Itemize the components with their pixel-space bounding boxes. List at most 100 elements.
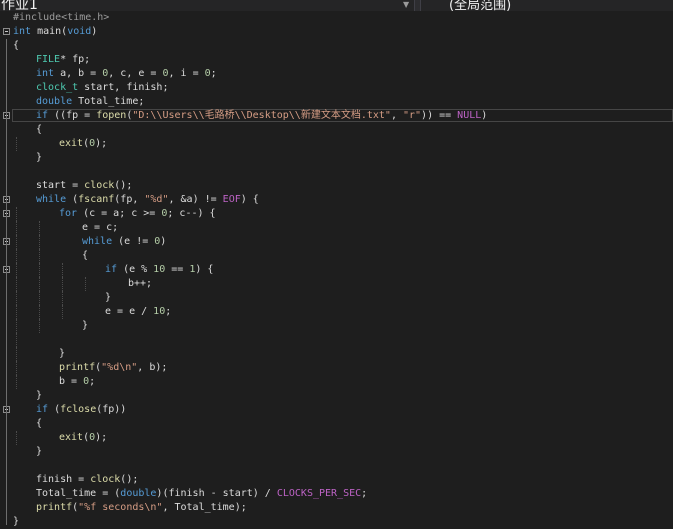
code-token: #include<time.h> <box>13 12 110 23</box>
code-token: "%d" <box>144 194 169 205</box>
code-text[interactable]: e = c; <box>82 221 118 235</box>
code-token: void <box>67 26 92 37</box>
code-line[interactable]: printf("%f seconds\n", Total_time); <box>0 501 673 515</box>
code-text[interactable]: { <box>36 123 42 137</box>
code-line[interactable]: e = c; <box>0 221 673 235</box>
code-text[interactable]: double Total_time; <box>36 95 144 109</box>
code-text[interactable]: b++; <box>128 277 152 291</box>
code-text[interactable]: } <box>36 445 42 459</box>
code-text[interactable]: { <box>36 417 42 431</box>
code-token: EOF <box>222 194 241 205</box>
code-line[interactable]: int main(void) <box>0 25 673 39</box>
code-token: (c = a; c >= <box>77 208 162 219</box>
code-text[interactable]: { <box>13 39 19 53</box>
code-line[interactable]: int a, b = 0, c, e = 0, i = 0; <box>0 67 673 81</box>
code-line[interactable]: while (e != 0) <box>0 235 673 249</box>
code-text[interactable]: FILE* fp; <box>36 53 90 67</box>
indent-guide <box>16 249 17 263</box>
code-text[interactable]: } <box>82 319 88 333</box>
indent-guide <box>62 291 63 305</box>
code-text[interactable]: if ((fp = fopen("D:\\Users\\毛路桥\\Desktop… <box>36 109 487 123</box>
code-token: e = e / <box>105 306 154 317</box>
code-line[interactable]: e = e / 10; <box>0 305 673 319</box>
indent-guide <box>16 137 17 151</box>
code-text[interactable]: { <box>82 249 88 263</box>
code-text[interactable]: } <box>59 347 65 361</box>
code-line[interactable]: exit(0); <box>0 431 673 445</box>
code-line[interactable]: b++; <box>0 277 673 291</box>
code-token: "r" <box>402 110 422 121</box>
code-token: { <box>82 250 89 261</box>
code-line[interactable]: } <box>0 347 673 361</box>
code-token: finish = <box>36 474 91 485</box>
code-text[interactable]: } <box>36 151 42 165</box>
code-token: ) <box>160 236 167 247</box>
code-token: clock_t <box>36 82 79 93</box>
code-token: (fp, <box>114 194 145 205</box>
code-text[interactable]: b = 0; <box>59 375 95 389</box>
code-text[interactable]: clock_t start, finish; <box>36 81 168 95</box>
code-line[interactable]: if ((fp = fopen("D:\\Users\\毛路桥\\Desktop… <box>0 109 673 123</box>
code-text[interactable]: #include<time.h> <box>13 11 109 25</box>
code-line[interactable]: { <box>0 417 673 431</box>
code-text[interactable]: for (c = a; c >= 0; c--) { <box>59 207 216 221</box>
code-line[interactable]: Total_time = (double)(finish - start) / … <box>0 487 673 501</box>
code-text[interactable]: while (fscanf(fp, "%d", &a) != EOF) { <box>36 193 259 207</box>
code-line[interactable]: clock_t start, finish; <box>0 81 673 95</box>
indent-guide <box>62 305 63 319</box>
code-line[interactable]: } <box>0 151 673 165</box>
code-line[interactable]: start = clock(); <box>0 179 673 193</box>
indent-guide <box>39 221 40 235</box>
code-text[interactable]: Total_time = (double)(finish - start) / … <box>36 487 367 501</box>
code-token: (fp)) <box>96 404 127 415</box>
code-text[interactable]: exit(0); <box>59 137 107 151</box>
chevron-down-icon[interactable]: ▼ <box>403 0 409 9</box>
code-text[interactable]: if (fclose(fp)) <box>36 403 126 417</box>
code-line[interactable]: while (fscanf(fp, "%d", &a) != EOF) { <box>0 193 673 207</box>
code-line[interactable]: if (fclose(fp)) <box>0 403 673 417</box>
code-line[interactable]: #include<time.h> <box>0 11 673 25</box>
code-line[interactable]: { <box>0 123 673 137</box>
project-dropdown[interactable]: 作业1 ▼ <box>0 0 415 11</box>
code-editor[interactable]: #include<time.h> int main(void){FILE* fp;… <box>0 11 673 527</box>
indent-guide <box>62 277 63 291</box>
code-line[interactable] <box>0 165 673 179</box>
code-text[interactable]: } <box>105 291 111 305</box>
code-line[interactable]: } <box>0 319 673 333</box>
code-line[interactable] <box>0 459 673 473</box>
code-line[interactable]: FILE* fp; <box>0 53 673 67</box>
code-line[interactable]: } <box>0 389 673 403</box>
code-line[interactable]: if (e % 10 == 1) { <box>0 263 673 277</box>
indent-guide <box>16 375 17 389</box>
code-token: )(finish - start) / <box>156 488 277 499</box>
code-text[interactable]: int main(void) <box>13 25 97 39</box>
code-text[interactable]: if (e % 10 == 1) { <box>105 263 213 277</box>
code-line[interactable] <box>0 333 673 347</box>
scope-dropdown[interactable]: (全局范围) <box>420 0 673 11</box>
collapse-icon[interactable] <box>3 28 10 35</box>
code-line[interactable]: { <box>0 249 673 263</box>
code-text[interactable]: exit(0); <box>59 431 107 445</box>
code-token: exit <box>59 138 84 149</box>
code-line[interactable]: double Total_time; <box>0 95 673 109</box>
code-text[interactable]: } <box>36 389 42 403</box>
code-text[interactable]: finish = clock(); <box>36 473 138 487</box>
code-token: printf <box>59 362 96 373</box>
code-text[interactable]: printf("%d\n", b); <box>59 361 167 375</box>
code-line[interactable]: finish = clock(); <box>0 473 673 487</box>
code-line[interactable]: printf("%d\n", b); <box>0 361 673 375</box>
code-token: NULL <box>457 110 482 121</box>
code-text[interactable]: int a, b = 0, c, e = 0, i = 0; <box>36 67 217 81</box>
code-line[interactable]: for (c = a; c >= 0; c--) { <box>0 207 673 221</box>
code-line[interactable]: } <box>0 445 673 459</box>
code-line[interactable]: { <box>0 39 673 53</box>
code-line[interactable]: b = 0; <box>0 375 673 389</box>
code-line[interactable]: exit(0); <box>0 137 673 151</box>
code-text[interactable]: printf("%f seconds\n", Total_time); <box>36 501 247 515</box>
code-text[interactable]: start = clock(); <box>36 179 132 193</box>
code-token: 10 <box>153 306 166 317</box>
code-text[interactable]: e = e / 10; <box>105 305 171 319</box>
code-text[interactable]: while (e != 0) <box>82 235 166 249</box>
code-line[interactable]: } <box>0 291 673 305</box>
code-token: ) <box>91 26 98 37</box>
